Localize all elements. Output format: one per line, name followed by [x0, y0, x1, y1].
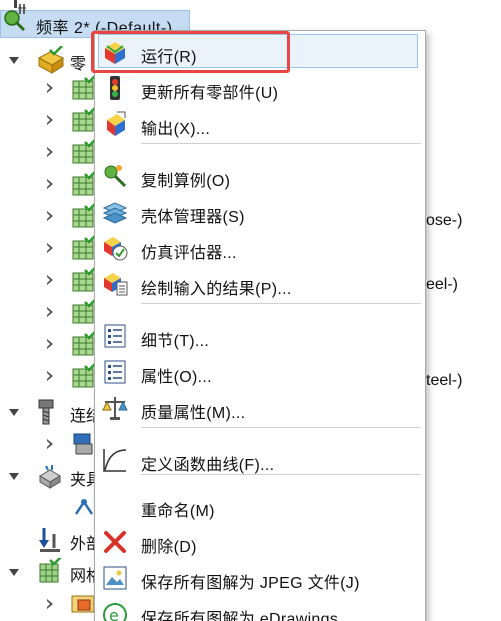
delete-icon: [104, 531, 126, 553]
menu-item[interactable]: 细节(T)...: [95, 319, 425, 353]
menu-separator: [141, 427, 421, 428]
menu-item[interactable]: 质量属性(M)...: [95, 391, 425, 425]
expand-arrow-icon[interactable]: [44, 178, 56, 190]
bolt-icon: [38, 399, 54, 425]
menu-item-label: 复制算例(O): [141, 173, 231, 190]
menu-item-label: 定义函数曲线(F)...: [141, 457, 275, 474]
menu-item-label: 属性(O)...: [141, 369, 212, 386]
menu-separator: [141, 474, 421, 475]
expand-arrow-icon[interactable]: [44, 274, 56, 286]
expand-arrow-icon[interactable]: [44, 370, 56, 382]
tree-row-part[interactable]: [0, 168, 98, 200]
menu-item-label: 壳体管理器(S): [141, 209, 245, 226]
plot-imported-results-icon: [104, 273, 128, 296]
tree-row-connection-child[interactable]: [0, 428, 94, 460]
menu-item-label: 更新所有零部件(U): [141, 85, 279, 102]
tree-row-part[interactable]: [0, 328, 98, 360]
expand-arrow-icon[interactable]: [44, 598, 56, 610]
tree-row-part[interactable]: [0, 200, 98, 232]
expand-arrow-icon[interactable]: [44, 438, 56, 450]
collapse-arrow-icon[interactable]: [8, 566, 20, 578]
fixtures-icon: [39, 465, 61, 489]
expand-arrow-icon[interactable]: [44, 210, 56, 222]
menu-item[interactable]: 重命名(M): [95, 489, 425, 523]
tree-row-part[interactable]: [0, 104, 98, 136]
menu-item[interactable]: 更新所有零部件(U): [95, 71, 425, 105]
menu-item-label: 保存所有图解为 JPEG 文件(J): [141, 575, 360, 592]
menu-item-label: 仿真评估器...: [141, 245, 237, 262]
tree-row-part[interactable]: [0, 232, 98, 264]
collapse-arrow-icon[interactable]: [8, 406, 20, 418]
menu-item[interactable]: 定义函数曲线(F)...: [95, 443, 425, 477]
save-jpeg-icon: [103, 566, 127, 590]
menu-separator: [141, 143, 421, 144]
menu-item-label: 绘制输入的结果(P)...: [141, 281, 292, 298]
expand-arrow-icon[interactable]: [44, 306, 56, 318]
expand-arrow-icon[interactable]: [44, 114, 56, 126]
traffic-light-icon: [110, 76, 120, 100]
tree-row-mesh[interactable]: 网格: [0, 556, 102, 588]
menu-item-label: 保存所有图解为 eDrawings: [141, 611, 339, 621]
tree-row-part[interactable]: [0, 264, 98, 296]
menu-separator: [141, 303, 421, 304]
mass-properties-icon: [102, 397, 128, 420]
expand-arrow-icon[interactable]: [44, 82, 56, 94]
annotation-highlight-box: [91, 31, 290, 73]
simulation-evaluator-icon: [104, 237, 128, 261]
part-material-partial-2: eel-): [426, 276, 459, 293]
menu-item[interactable]: e 保存所有图解为 eDrawings: [95, 597, 425, 621]
menu-item-label: 删除(D): [141, 539, 197, 556]
expand-arrow-icon[interactable]: [44, 242, 56, 254]
tree-row-part[interactable]: [0, 296, 98, 328]
context-menu: 运行(R) 更新所有零部件(U) 输出(X)... 复制算例(O) 壳体管理器(S) 仿真…: [94, 30, 426, 621]
tree-row-fixtures[interactable]: 夹具: [0, 460, 102, 492]
external-loads-icon: [39, 528, 60, 552]
menu-item[interactable]: 属性(O)...: [95, 355, 425, 389]
parts-folder-label: 零: [70, 56, 87, 73]
shell-manager-icon: [102, 202, 128, 224]
tree-row-part[interactable]: [0, 136, 98, 168]
tree-row-part[interactable]: [0, 360, 98, 392]
properties-icon: [104, 360, 126, 384]
menu-item-label: 质量属性(M)...: [141, 405, 246, 422]
mesh-folder-icon: [71, 595, 95, 613]
details-icon: [104, 324, 126, 348]
expand-arrow-icon[interactable]: [44, 338, 56, 350]
menu-item[interactable]: 仿真评估器...: [95, 231, 425, 265]
part-material-partial-3: teel-): [426, 372, 463, 389]
menu-item[interactable]: 复制算例(O): [95, 159, 425, 193]
tree-row-fixture-child[interactable]: [0, 492, 94, 524]
menu-item[interactable]: 壳体管理器(S): [95, 195, 425, 229]
menu-item-label: 重命名(M): [141, 503, 215, 520]
parts-folder-icon: [37, 46, 65, 74]
menu-item[interactable]: 绘制输入的结果(P)...: [95, 267, 425, 301]
collapse-arrow-icon[interactable]: [8, 470, 20, 482]
menu-item-label: 输出(X)...: [141, 121, 211, 138]
collapse-arrow-icon[interactable]: [8, 54, 20, 66]
function-curve-icon: [103, 449, 127, 472]
menu-item[interactable]: 删除(D): [95, 525, 425, 559]
edrawings-icon: e: [103, 603, 127, 621]
export-icon: [107, 111, 126, 136]
tree-row-part[interactable]: [0, 72, 98, 104]
menu-item[interactable]: 保存所有图解为 JPEG 文件(J): [95, 561, 425, 595]
mesh-icon: [39, 558, 62, 583]
expand-arrow-icon[interactable]: [44, 146, 56, 158]
fixed-geometry-icon: [74, 499, 94, 515]
tree-row-connections[interactable]: 连结: [0, 396, 102, 428]
svg-text:e: e: [109, 606, 119, 621]
menu-item-label: 细节(T)...: [141, 333, 210, 350]
tree-row-external-loads[interactable]: 外部: [0, 524, 102, 556]
contact-set-icon: [73, 433, 93, 455]
menu-item[interactable]: 输出(X)...: [95, 107, 425, 141]
part-material-partial-1: ose-): [426, 212, 463, 229]
copy-study-icon: [104, 165, 127, 188]
frequency-study-icon: [4, 4, 26, 32]
tree-row-mesh-child[interactable]: [0, 588, 95, 620]
